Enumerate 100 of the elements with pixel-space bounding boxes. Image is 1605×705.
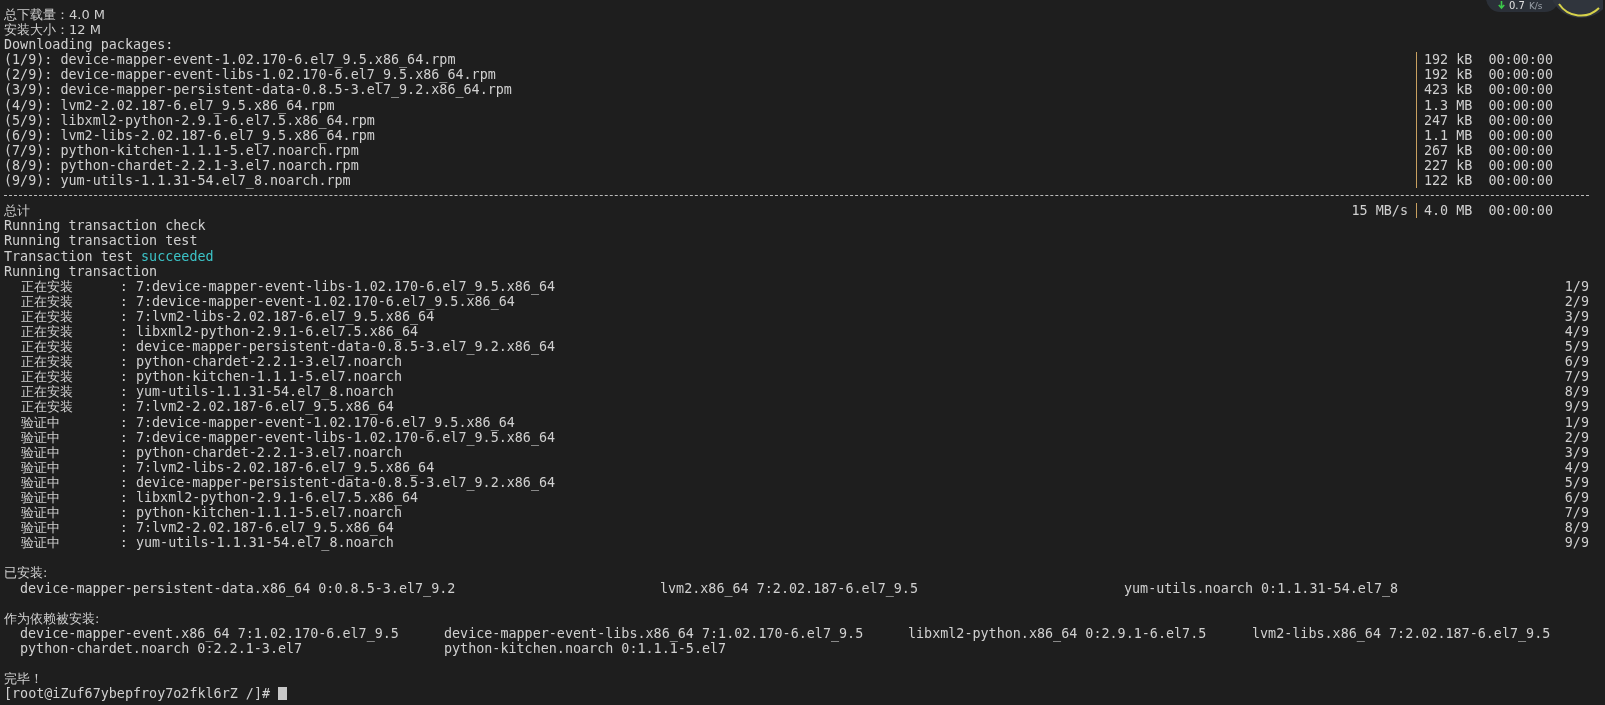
speed-value: 0.7 — [1509, 0, 1525, 11]
package-name: : python-chardet-2.2.1-3.el7.noarch — [119, 354, 402, 370]
step-counter: 1/9 — [1564, 414, 1589, 430]
section-heading: 作为依赖被安装: — [4, 610, 100, 626]
install-action: 正在安装 — [20, 369, 74, 385]
transaction-message: Transaction test — [4, 248, 133, 264]
elapsed-time: 00:00:00 — [1488, 82, 1553, 98]
elapsed-time: 00:00:00 — [1488, 97, 1553, 113]
install-action: 正在安装 — [20, 278, 74, 294]
step-counter: 2/9 — [1564, 429, 1589, 445]
package-file: device-mapper-event-libs-1.02.170-6.el7_9.5.x86_64.rpm — [59, 67, 496, 83]
dependency-package: device-mapper-event.x86_64 7:1.02.170-6.el7_9.5 — [20, 625, 400, 641]
shell-prompt: [root@iZuf67ybepfroy7o2fkl6rZ /]# — [4, 686, 271, 702]
file-size: 423 kB — [1424, 82, 1473, 98]
section-heading: 已安装: — [4, 565, 48, 581]
package-name: : libxml2-python-2.9.1-6.el7.5.x86_64 — [119, 323, 419, 340]
elapsed-time: 00:00:00 — [1488, 52, 1553, 68]
install-action: 验证中 — [20, 505, 61, 521]
download-summary: 总下载量：4.0 M — [4, 7, 106, 23]
step-counter: 6/9 — [1564, 490, 1589, 506]
transaction-message: Running transaction test — [4, 233, 198, 249]
file-size: 4.0 MB — [1424, 203, 1473, 219]
dependency-package: device-mapper-event-libs.x86_64 7:1.02.170-6.el7_9.5 — [444, 625, 865, 641]
package-name: : 7:device-mapper-event-libs-1.02.170-6.el7_9.5.x86_64 — [119, 278, 557, 294]
package-index: (1/9): — [4, 52, 53, 68]
download-summary: 安装大小：12 M — [4, 22, 101, 38]
package-index: (8/9): — [4, 157, 53, 174]
package-name: : 7:lvm2-libs-2.02.187-6.el7_9.5.x86_64 — [119, 459, 435, 475]
elapsed-time: 00:00:00 — [1488, 173, 1553, 189]
install-action: 验证中 — [20, 490, 61, 506]
dependency-package: lvm2-libs.x86_64 7:2.02.187-6.el7_9.5 — [1252, 625, 1552, 641]
package-index: (9/9): — [4, 173, 53, 189]
installed-package: device-mapper-persistent-data.x86_64 0:0.8.5-3.el7_9.2 — [20, 580, 457, 596]
step-counter: 1/9 — [1564, 278, 1589, 294]
package-name: : libxml2-python-2.9.1-6.el7.5.x86_64 — [119, 490, 419, 506]
completion-message: 完毕！ — [4, 671, 43, 687]
install-action: 正在安装 — [20, 308, 74, 324]
elapsed-time: 00:00:00 — [1488, 142, 1553, 158]
package-index: (5/9): — [4, 112, 53, 128]
step-counter: 7/9 — [1564, 369, 1589, 385]
package-name: : yum-utils-1.1.31-54.el7_8.noarch — [119, 535, 395, 551]
dependency-package: python-chardet.noarch 0:2.2.1-3.el7 — [20, 640, 303, 657]
total-label: 总计 — [4, 203, 30, 219]
download-arrow-icon — [1498, 1, 1505, 10]
package-index: (6/9): — [4, 127, 53, 143]
install-action: 正在安装 — [20, 354, 74, 370]
step-counter: 5/9 — [1564, 474, 1589, 490]
step-counter: 6/9 — [1564, 354, 1589, 370]
package-name: : 7:lvm2-2.02.187-6.el7_9.5.x86_64 — [119, 399, 395, 415]
package-name: : python-chardet-2.2.1-3.el7.noarch — [119, 444, 402, 460]
step-counter: 8/9 — [1564, 384, 1589, 400]
package-file: device-mapper-persistent-data-0.8.5-3.el7_9.2.x86_64.rpm — [59, 82, 513, 98]
status-text: succeeded — [141, 248, 214, 264]
package-file: python-kitchen-1.1.1-5.el7.noarch.rpm — [59, 142, 359, 158]
file-size: 247 kB — [1424, 112, 1473, 128]
install-action: 正在安装 — [20, 323, 74, 340]
file-size: 192 kB — [1424, 67, 1473, 83]
text-cursor — [278, 687, 288, 701]
elapsed-time: 00:00:00 — [1488, 203, 1553, 219]
step-counter: 3/9 — [1564, 308, 1589, 324]
package-index: (3/9): — [4, 82, 53, 98]
package-index: (7/9): — [4, 142, 53, 158]
install-action: 验证中 — [20, 414, 61, 430]
package-name: : 7:lvm2-libs-2.02.187-6.el7_9.5.x86_64 — [119, 308, 435, 324]
package-name: : 7:device-mapper-event-1.02.170-6.el7_9.5.x86_64 — [119, 293, 515, 309]
file-size: 267 kB — [1424, 142, 1473, 158]
speed-unit: K/s — [1528, 0, 1543, 11]
package-name: : 7:lvm2-2.02.187-6.el7_9.5.x86_64 — [119, 520, 395, 536]
elapsed-time: 00:00:00 — [1488, 157, 1553, 174]
install-action: 验证中 — [20, 459, 61, 475]
package-name: : python-kitchen-1.1.1-5.el7.noarch — [119, 369, 403, 385]
file-size: 122 kB — [1424, 173, 1473, 189]
install-action: 验证中 — [20, 520, 61, 536]
step-counter: 9/9 — [1564, 399, 1589, 415]
section-heading: Downloading packages: — [4, 37, 174, 53]
file-size: 1.1 MB — [1424, 127, 1473, 143]
package-file: python-chardet-2.2.1-3.el7.noarch.rpm — [59, 157, 360, 174]
dependency-package: python-kitchen.noarch 0:1.1.1-5.el7 — [444, 640, 727, 657]
file-size: 227 kB — [1424, 157, 1473, 174]
elapsed-time: 00:00:00 — [1488, 127, 1553, 143]
install-action: 验证中 — [20, 535, 61, 551]
install-action: 验证中 — [20, 429, 61, 445]
step-counter: 4/9 — [1564, 323, 1589, 340]
package-index: (4/9): — [4, 97, 53, 113]
elapsed-time: 00:00:00 — [1488, 67, 1553, 83]
install-action: 正在安装 — [20, 293, 74, 309]
install-action: 正在安装 — [20, 339, 74, 355]
package-name: : 7:device-mapper-event-1.02.170-6.el7_9.5.x86_64 — [119, 414, 515, 430]
package-index: (2/9): — [4, 67, 53, 83]
package-file: lvm2-2.02.187-6.el7_9.5.x86_64.rpm — [59, 97, 335, 113]
package-name: : 7:device-mapper-event-libs-1.02.170-6.el7_9.5.x86_64 — [119, 429, 557, 445]
package-name: : python-kitchen-1.1.1-5.el7.noarch — [119, 505, 402, 521]
step-counter: 9/9 — [1564, 535, 1589, 551]
package-name: : device-mapper-persistent-data-0.8.5-3.el7_9.2.x86_64 — [119, 474, 557, 490]
package-file: yum-utils-1.1.31-54.el7_8.noarch.rpm — [59, 173, 352, 189]
package-name: : device-mapper-persistent-data-0.8.5-3.el7_9.2.x86_64 — [119, 339, 557, 355]
dependency-package: libxml2-python.x86_64 0:2.9.1-6.el7.5 — [908, 625, 1208, 641]
elapsed-time: 00:00:00 — [1488, 112, 1553, 128]
install-action: 验证中 — [20, 444, 61, 460]
transaction-message: Running transaction check — [4, 218, 206, 234]
